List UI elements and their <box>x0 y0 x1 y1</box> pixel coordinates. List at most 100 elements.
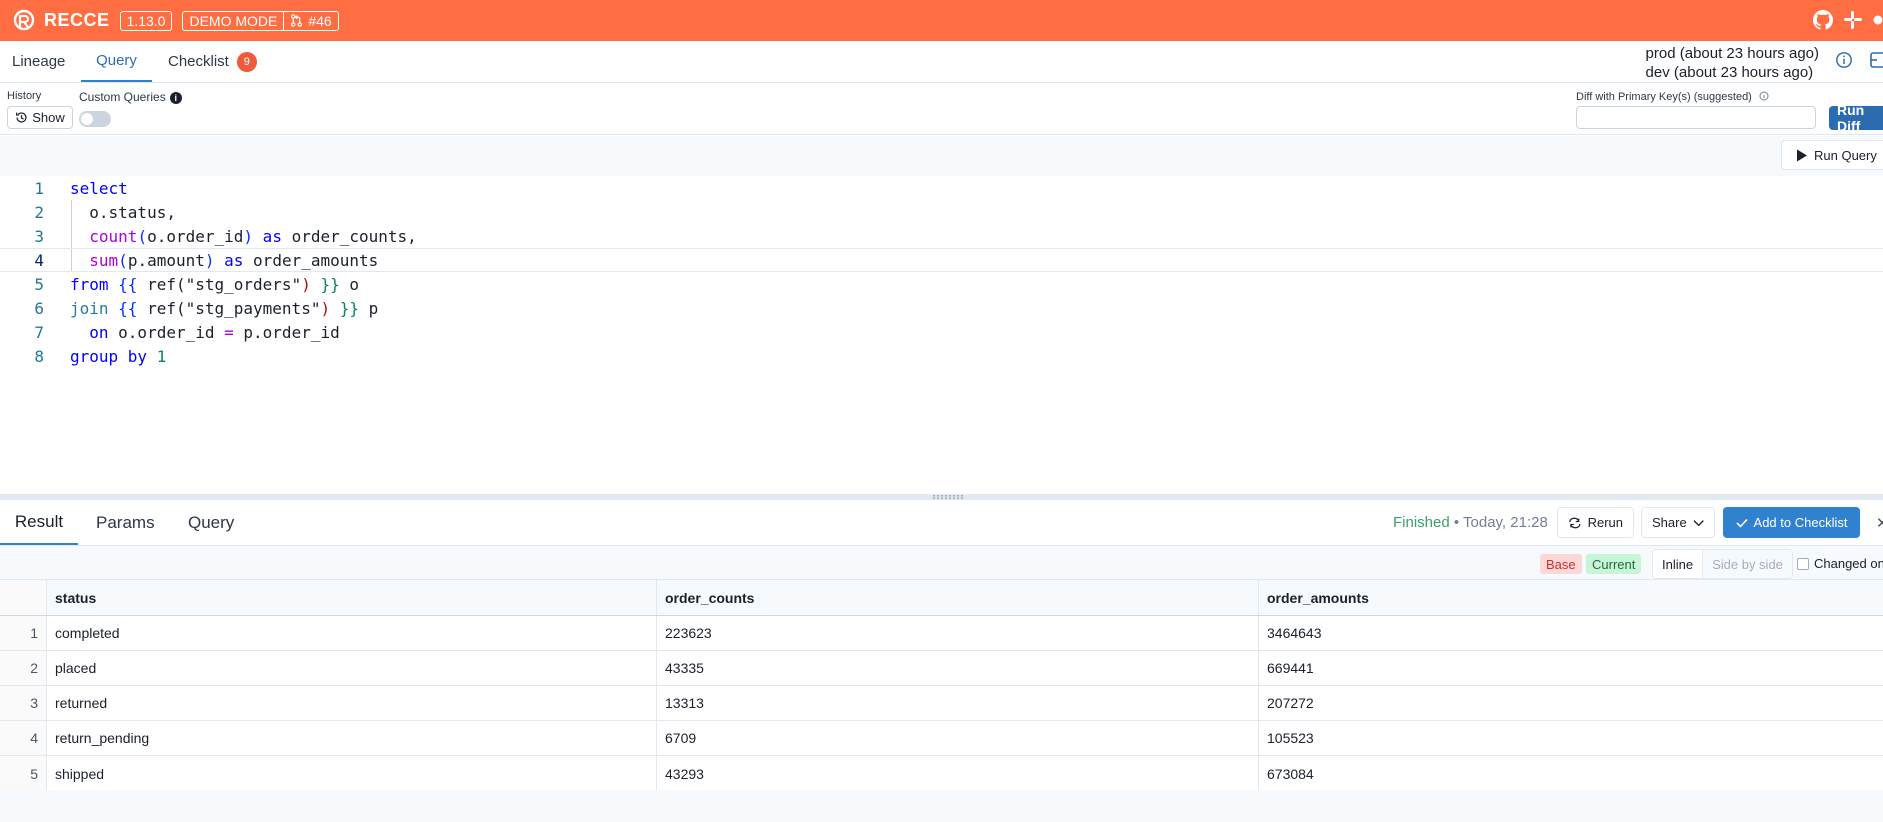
code-line: 8 group by 1 <box>0 344 1883 368</box>
slack-icon[interactable] <box>1843 10 1863 30</box>
custom-queries-info-icon[interactable]: i <box>169 91 182 104</box>
code-token: "stg_payments" <box>185 298 321 318</box>
grid-footer-area <box>0 790 1883 822</box>
tab-query[interactable]: Query <box>81 41 152 82</box>
table-cell[interactable]: 669441 <box>1259 651 1883 685</box>
primary-key-info-icon[interactable] <box>1759 91 1769 101</box>
table-cell[interactable]: 207272 <box>1259 686 1883 720</box>
add-to-checklist-label: Add to Checklist <box>1753 515 1848 530</box>
sql-editor[interactable]: 1 select 2 o.status, 3 count(o.order_id)… <box>0 176 1883 494</box>
tab-checklist[interactable]: Checklist 9 <box>168 41 257 82</box>
table-cell[interactable]: placed <box>47 651 657 685</box>
demo-mode-badge[interactable]: DEMO MODE #46 <box>182 10 339 31</box>
code-token: ) <box>243 226 254 246</box>
run-query-button[interactable]: Run Query <box>1781 140 1883 170</box>
tab-params-label: Params <box>96 512 155 532</box>
tab-lineage-label: Lineage <box>12 53 66 70</box>
diff-toolbar: Base Current Inline Side by side Changed… <box>0 546 1883 580</box>
code-token: as <box>253 226 292 246</box>
pr-link[interactable]: #46 <box>284 12 337 30</box>
run-query-label: Run Query <box>1814 147 1877 163</box>
column-header[interactable]: status <box>47 580 657 615</box>
changed-only-checkbox[interactable] <box>1797 557 1809 570</box>
code-line: 1 select <box>0 176 1883 200</box>
table-cell[interactable]: 43335 <box>657 651 1259 685</box>
add-to-checklist-button[interactable]: Add to Checklist <box>1723 507 1860 538</box>
code-line: 5 from {{ ref("stg_orders") }} o <box>0 272 1883 296</box>
brand-name: RECCE <box>44 10 110 30</box>
table-cell[interactable]: 223623 <box>657 616 1259 650</box>
table-cell[interactable]: 43293 <box>657 756 1259 791</box>
checklist-count-badge: 9 <box>236 51 257 72</box>
code-token: ref( <box>147 274 186 294</box>
code-line: 7 on o.order_id = p.order_id <box>0 320 1883 344</box>
history-label: History <box>7 90 42 102</box>
changed-only-label: Changed only <box>1814 556 1883 571</box>
code-token: sum <box>89 250 119 270</box>
code-token: as <box>214 250 254 270</box>
code-token: o.order_id <box>147 226 244 246</box>
prod-env-label: prod (about 23 hours ago) <box>1645 45 1819 62</box>
column-header[interactable]: order_counts <box>657 580 1259 615</box>
table-cell[interactable]: return_pending <box>47 721 657 755</box>
share-label: Share <box>1652 515 1687 530</box>
table-row[interactable]: 5 shipped 43293 673084 <box>0 756 1883 791</box>
code-token: }} <box>330 298 359 318</box>
drag-handle-icon[interactable] <box>933 495 965 499</box>
github-icon[interactable] <box>1813 10 1833 30</box>
tab-query-label: Query <box>188 512 235 532</box>
check-icon <box>1735 518 1748 528</box>
table-cell[interactable]: 3464643 <box>1259 616 1883 650</box>
column-header[interactable]: order_amounts <box>1259 580 1883 615</box>
code-token: count <box>89 226 138 246</box>
tab-result[interactable]: Result <box>0 500 78 545</box>
code-token: {{ <box>108 274 148 294</box>
result-tabs: Result Params Query Finished • Today, 21… <box>0 500 1883 546</box>
close-icon[interactable]: ✕ <box>1876 514 1883 532</box>
code-token: p.amount <box>127 250 205 270</box>
code-token: p.order_id <box>233 322 340 342</box>
tab-query-label: Query <box>96 52 137 69</box>
custom-queries-toggle[interactable] <box>79 111 111 127</box>
tab-lineage[interactable]: Lineage <box>12 41 65 82</box>
run-status: Finished • Today, 21:28 <box>1393 514 1548 531</box>
code-token: select <box>70 178 128 198</box>
pull-request-icon <box>291 14 303 27</box>
tab-params[interactable]: Params <box>96 500 155 545</box>
table-cell[interactable]: 13313 <box>657 686 1259 720</box>
play-icon <box>1797 149 1807 161</box>
side-by-side-mode-button[interactable]: Side by side <box>1702 550 1792 578</box>
table-cell[interactable]: shipped <box>47 756 657 791</box>
table-row[interactable]: 3 returned 13313 207272 <box>0 686 1883 721</box>
share-button[interactable]: Share <box>1641 507 1715 538</box>
code-token: {{ <box>108 298 148 318</box>
table-cell[interactable]: completed <box>47 616 657 650</box>
code-token: p <box>359 298 379 318</box>
table-cell[interactable]: 673084 <box>1259 756 1883 791</box>
current-tag: Current <box>1586 554 1642 574</box>
code-token: order_amounts <box>253 250 379 270</box>
run-diff-button[interactable]: Run Diff <box>1829 102 1883 134</box>
table-row[interactable]: 4 return_pending 6709 105523 <box>0 721 1883 756</box>
rerun-icon <box>1569 517 1581 528</box>
code-token: on <box>70 322 109 342</box>
primary-key-text: Diff with Primary Key(s) (suggested) <box>1576 91 1752 103</box>
table-cell[interactable]: 105523 <box>1259 721 1883 755</box>
line-number: 4 <box>34 250 44 270</box>
row-index: 1 <box>0 616 47 650</box>
row-index: 5 <box>0 756 47 791</box>
user-avatar-icon[interactable] <box>1873 10 1883 30</box>
show-history-button[interactable]: Show <box>7 106 73 129</box>
rerun-button[interactable]: Rerun <box>1557 507 1634 538</box>
table-cell[interactable]: returned <box>47 686 657 720</box>
inline-mode-button[interactable]: Inline <box>1653 550 1703 578</box>
changed-only-toggle[interactable]: Changed only <box>1797 556 1883 571</box>
env-info-icon[interactable] <box>1835 51 1853 69</box>
table-row[interactable]: 2 placed 43335 669441 <box>0 651 1883 686</box>
primary-key-input[interactable] <box>1576 106 1816 129</box>
display-mode-toggle: Inline Side by side <box>1652 549 1793 579</box>
layout-icon[interactable] <box>1869 51 1883 69</box>
table-row[interactable]: 1 completed 223623 3464643 <box>0 616 1883 651</box>
table-cell[interactable]: 6709 <box>657 721 1259 755</box>
tab-result-query[interactable]: Query <box>188 500 234 545</box>
